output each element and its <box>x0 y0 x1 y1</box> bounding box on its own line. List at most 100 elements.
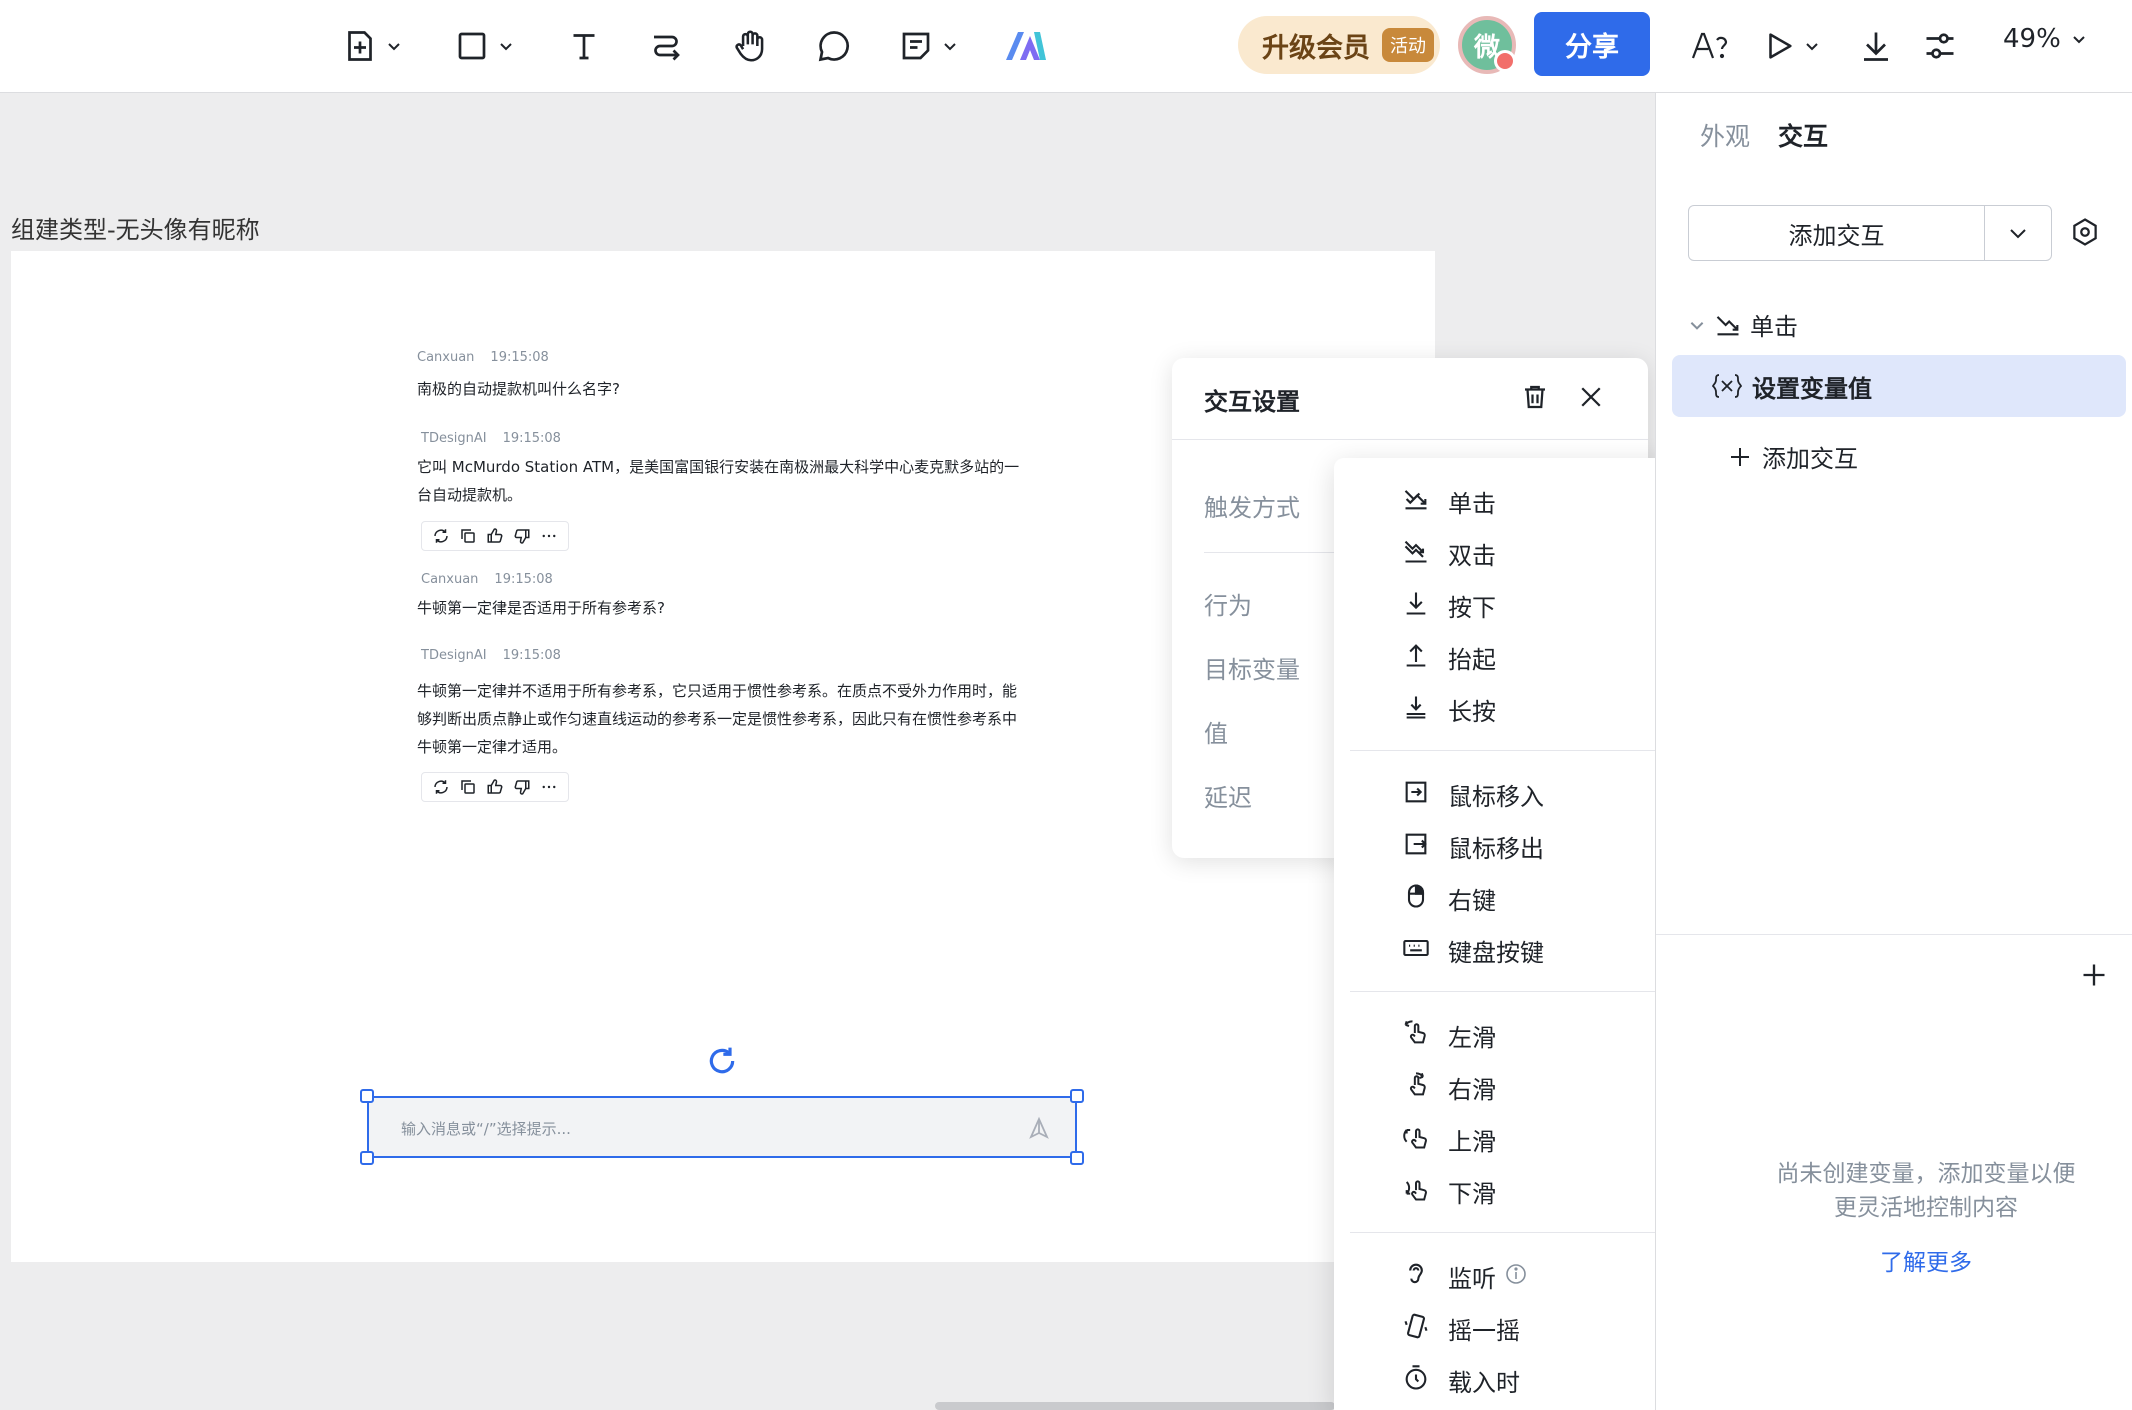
add-interaction-split-button: 添加交互 <box>1688 205 2052 261</box>
option-label: 载入时 <box>1448 1369 1520 1397</box>
lift-up-icon <box>1402 641 1430 669</box>
divider <box>1656 934 2132 935</box>
option-label: 上滑 <box>1448 1128 1496 1156</box>
tab-interaction[interactable]: 交互 <box>1778 117 1828 153</box>
chevron-down-icon <box>942 38 958 54</box>
add-interaction-row[interactable]: 添加交互 <box>1728 439 1858 474</box>
copy-icon[interactable] <box>459 527 477 545</box>
avatar-status-dot <box>1494 50 1516 72</box>
font-check-button[interactable] <box>1690 19 1730 73</box>
more-icon[interactable] <box>540 778 558 796</box>
message-time: 19:15:08 <box>490 350 549 365</box>
more-icon[interactable] <box>540 527 558 545</box>
rotate-icon <box>706 1045 738 1077</box>
zoom-dropdown[interactable]: 49% <box>2003 24 2087 54</box>
resize-handle-top-left[interactable] <box>360 1089 374 1103</box>
close-icon[interactable] <box>1576 382 1606 412</box>
thumbs-up-icon[interactable] <box>486 527 504 545</box>
message-author: Canxuan <box>421 572 479 587</box>
add-interaction-button[interactable]: 添加交互 <box>1689 206 1985 260</box>
horizontal-scrollbar[interactable] <box>935 1402 1335 1410</box>
message-meta: TDesignAI 19:15:08 <box>421 648 561 663</box>
delay-label: 延迟 <box>1204 784 1252 812</box>
regenerate-icon[interactable] <box>432 527 450 545</box>
note-button[interactable] <box>898 19 958 73</box>
double-click-icon <box>1402 537 1430 565</box>
text-tool-button[interactable] <box>566 19 602 73</box>
comment-icon <box>816 28 852 64</box>
frame-label[interactable]: 组建类型-无头像有昵称 <box>11 210 260 245</box>
zoom-value: 49% <box>2003 24 2061 54</box>
ai-button[interactable] <box>1004 19 1048 73</box>
chat-input-placeholder: 输入消息或“/”选择提示... <box>401 1120 571 1138</box>
shake-icon <box>1402 1312 1430 1340</box>
action-label: 行为 <box>1204 592 1252 620</box>
click-icon <box>1714 311 1742 339</box>
rotate-handle[interactable] <box>706 1045 738 1077</box>
rectangle-icon <box>454 28 490 64</box>
shape-button[interactable] <box>454 19 514 73</box>
chat-input-component[interactable]: 输入消息或“/”选择提示... <box>360 1089 1084 1165</box>
swipe-up-icon <box>1402 1123 1430 1151</box>
option-label: 下滑 <box>1448 1180 1496 1208</box>
avatar[interactable]: 微 <box>1458 16 1516 74</box>
comment-button[interactable] <box>816 19 852 73</box>
message-action-bar <box>421 772 569 802</box>
regenerate-icon[interactable] <box>432 778 450 796</box>
thumbs-up-icon[interactable] <box>486 778 504 796</box>
upgrade-membership-button[interactable]: 升级会员 活动 <box>1238 16 1440 74</box>
thumbs-down-icon[interactable] <box>513 527 531 545</box>
option-label: 右键 <box>1448 887 1496 915</box>
message-text: 南极的自动提款机叫什么名字? <box>417 375 620 403</box>
message-time: 19:15:08 <box>502 648 561 663</box>
settings-sliders-button[interactable] <box>1922 19 1958 73</box>
chevron-down-icon[interactable] <box>1688 316 1706 334</box>
message-author: TDesignAI <box>421 648 487 663</box>
font-question-icon <box>1690 28 1730 64</box>
tab-appearance[interactable]: 外观 <box>1700 117 1750 153</box>
message-time: 19:15:08 <box>502 431 561 446</box>
variable-icon <box>1712 372 1742 400</box>
play-icon <box>1762 28 1796 64</box>
preview-button[interactable] <box>1762 19 1820 73</box>
right-properties-panel: 外观 交互 添加交互 单击 设置变量值 添加交互 尚未创建变量，添加变量以便 更… <box>1655 93 2132 1410</box>
resize-handle-bottom-left[interactable] <box>360 1151 374 1165</box>
dialog-title: 交互设置 <box>1204 388 1300 416</box>
send-icon[interactable] <box>1027 1116 1051 1140</box>
empty-text-line: 更灵活地控制内容 <box>1834 1195 2018 1221</box>
message-text: 牛顿第一定律是否适用于所有参考系? <box>417 594 665 622</box>
chevron-down-icon <box>498 38 514 54</box>
option-label: 双击 <box>1448 542 1496 570</box>
upgrade-label: 升级会员 <box>1262 32 1370 64</box>
insert-button[interactable] <box>342 19 402 73</box>
learn-more-link[interactable]: 了解更多 <box>1846 1243 2006 1277</box>
swipe-left-icon <box>1402 1019 1430 1047</box>
share-button[interactable]: 分享 <box>1534 12 1650 76</box>
option-label: 鼠标移入 <box>1448 783 1544 811</box>
long-press-icon <box>1402 693 1430 721</box>
option-label: 长按 <box>1448 698 1496 726</box>
variable-settings-icon[interactable] <box>2070 217 2100 247</box>
divider <box>1172 439 1648 440</box>
add-interaction-dropdown[interactable] <box>1985 206 2051 260</box>
interaction-action-row[interactable]: 设置变量值 <box>1672 355 2126 417</box>
ai-logo-icon <box>1004 28 1048 64</box>
resize-handle-bottom-right[interactable] <box>1070 1151 1084 1165</box>
info-icon[interactable] <box>1504 1262 1528 1286</box>
message-text: 牛顿第一定律并不适用于所有参考系，它只适用于惯性参考系。在质点不受外力作用时，能… <box>417 677 1017 761</box>
copy-icon[interactable] <box>459 778 477 796</box>
event-badge: 活动 <box>1382 28 1434 62</box>
message-line: 牛顿第一定律是否适用于所有参考系? <box>417 599 665 617</box>
message-line: 够判断出质点静止或作匀速直线运动的参考系一定是惯性参考系，因此只有在惯性参考系中 <box>417 710 1018 728</box>
message-line: 台自动提款机。 <box>417 486 523 504</box>
listen-icon <box>1402 1260 1430 1288</box>
thumbs-down-icon[interactable] <box>513 778 531 796</box>
hand-tool-button[interactable] <box>732 19 770 73</box>
trash-icon[interactable] <box>1520 382 1550 412</box>
resize-handle-top-right[interactable] <box>1070 1089 1084 1103</box>
connector-button[interactable] <box>648 19 684 73</box>
timer-icon <box>1402 1364 1430 1392</box>
download-button[interactable] <box>1858 19 1894 73</box>
add-variable-plus-icon[interactable] <box>2080 961 2108 989</box>
interaction-trigger-row[interactable]: 单击 <box>1688 307 1798 342</box>
